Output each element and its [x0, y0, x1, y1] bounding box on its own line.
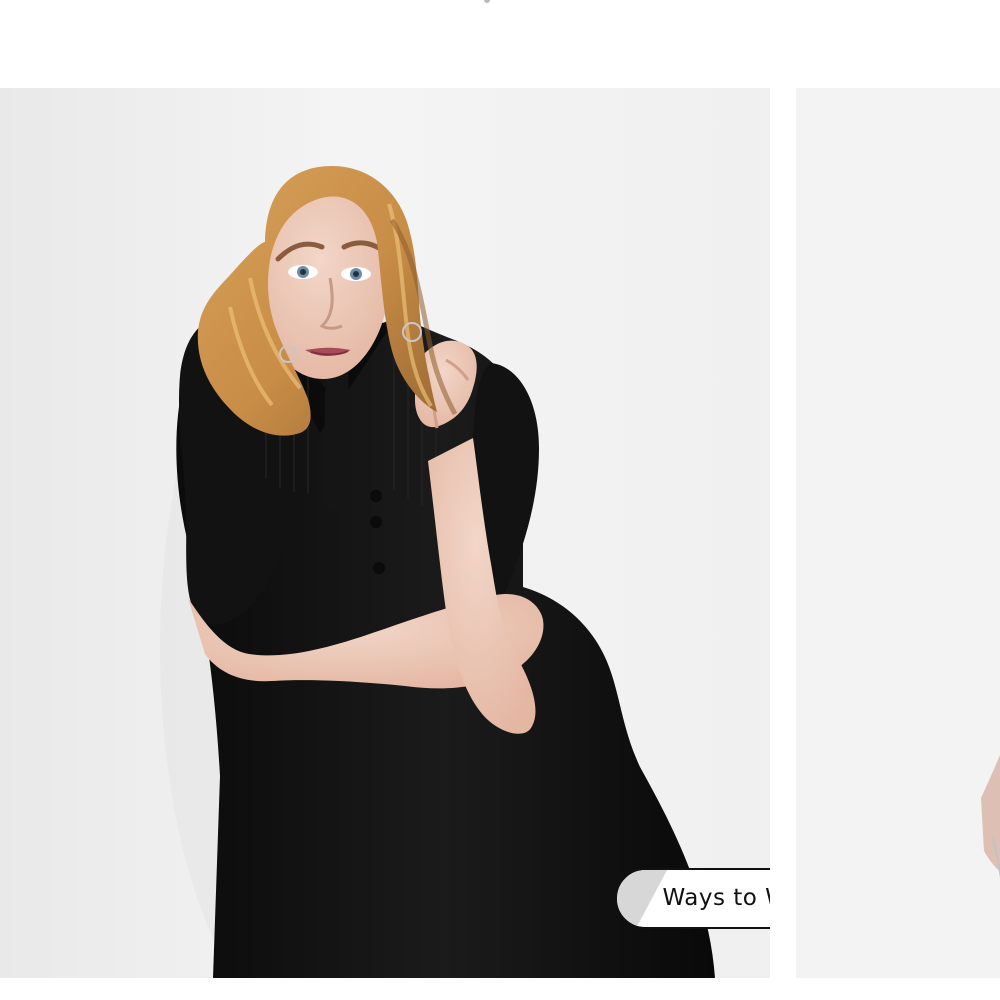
ways-to-wear-it-label: Ways to Wear it [662, 885, 771, 911]
product-slide-1[interactable]: Ways to Wear it [0, 88, 770, 978]
product-slide-2[interactable] [796, 88, 1000, 978]
ways-to-wear-it-button[interactable]: Ways to Wear it [615, 868, 770, 929]
model-dress-image [0, 88, 770, 978]
product-carousel[interactable]: Ways to Wear it [0, 88, 1000, 978]
next-product-image [796, 88, 1000, 978]
product-gallery-page: Ways to Wear it [0, 0, 1000, 1000]
top-indicator [484, 0, 490, 3]
